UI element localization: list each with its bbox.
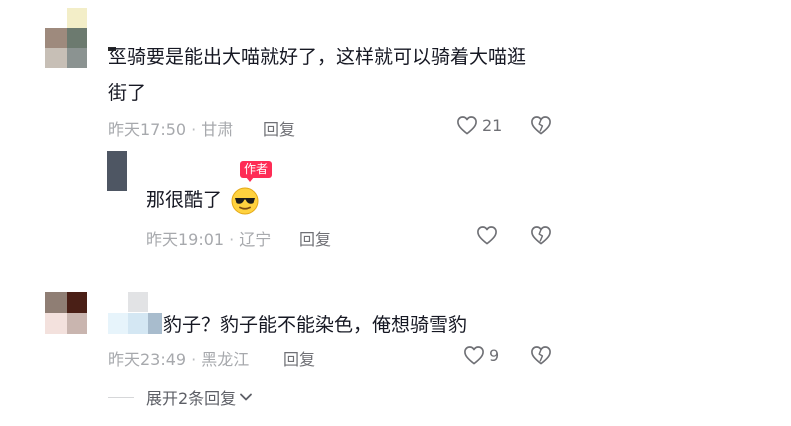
comment-location: 黑龙江 [201,350,250,369]
author-badge: 作者 [240,161,273,182]
expand-replies-button[interactable]: 展开2条回复 [108,385,253,409]
broken-heart-icon [530,225,552,245]
comment-time: 昨天19:01 [146,230,225,249]
comment-meta: 昨天17:50 · 甘肃 [108,120,234,139]
comment-time: 昨天23:49 [108,350,187,369]
like-count: 21 [482,115,503,135]
avatar[interactable] [107,151,127,191]
reply-button[interactable]: 回复 [263,116,295,140]
dislike-button[interactable] [530,225,552,245]
heart-outline-icon [463,345,485,365]
comment-meta: 昨天19:01 · 辽宁 [146,230,272,249]
comment-meta: 昨天23:49 · 黑龙江 [108,350,250,369]
heart-outline-icon [476,225,498,245]
reply-button[interactable]: 回复 [283,346,315,370]
comment-text-continued: 街了 [108,82,147,104]
dislike-button[interactable] [530,115,552,135]
comment-location: 辽宁 [239,230,272,249]
dislike-button[interactable] [530,345,552,365]
comment-time: 昨天17:50 [108,120,187,139]
redacted-mention [108,292,164,334]
chevron-down-icon [239,392,253,402]
comment-text: 巠骑要是能出大喵就好了，这样就可以骑着大喵逛 [108,46,527,68]
broken-heart-icon [530,115,552,135]
comment-location: 甘肃 [201,120,234,139]
divider-line [108,396,134,398]
like-count: 9 [489,345,500,365]
like-button[interactable]: 21 [456,115,502,135]
like-button[interactable] [476,225,498,245]
expand-replies-label: 展开2条回复 [146,389,237,408]
comment-text: 那很酷了 [146,185,260,216]
comment-text: 豹子？豹子能不能染色，俺想骑雪豹 [163,310,467,341]
avatar[interactable] [45,8,91,68]
broken-heart-icon [530,345,552,365]
cool-face-emoji [230,186,260,216]
like-button[interactable]: 9 [463,345,499,365]
reply-text: 那很酷了 [146,189,223,211]
reply-text: 豹子？豹子能不能染色，俺想骑雪豹 [163,314,468,336]
heart-outline-icon [456,115,478,135]
reply-button[interactable]: 回复 [299,226,331,250]
avatar[interactable] [45,292,91,334]
